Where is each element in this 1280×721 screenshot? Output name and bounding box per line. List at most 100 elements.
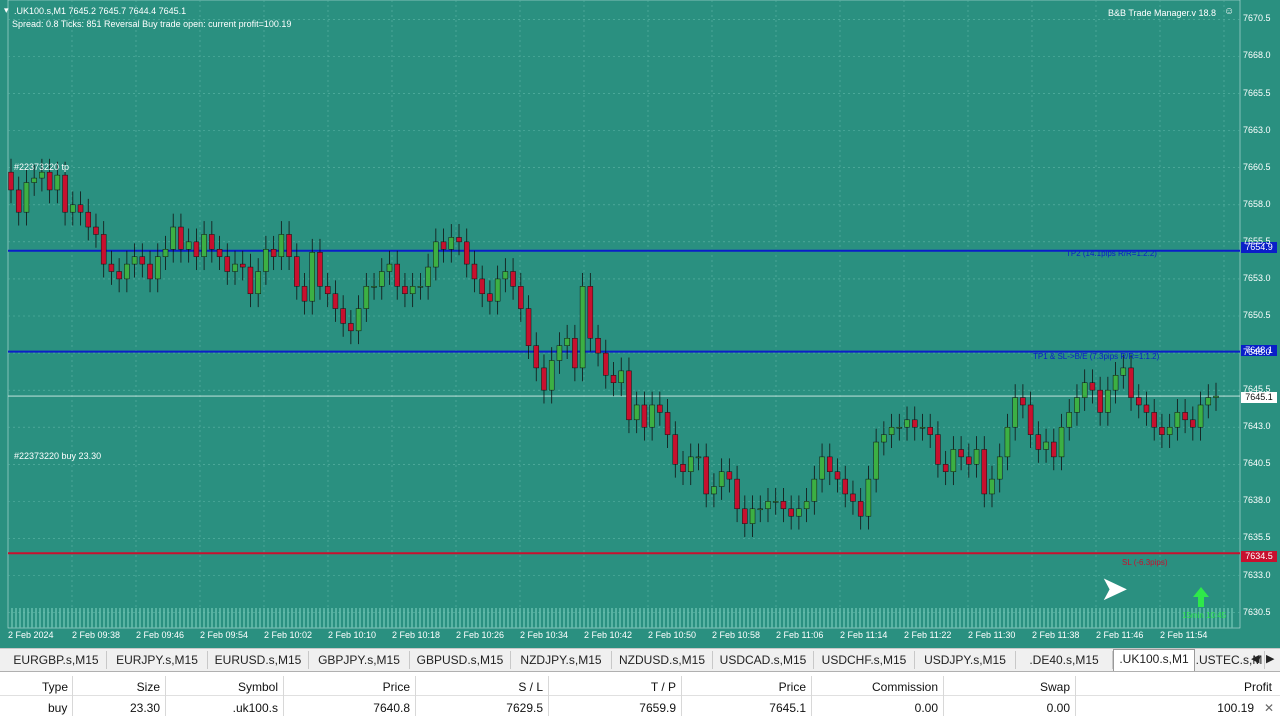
chart-menu-icon[interactable]: ▾ — [4, 5, 9, 16]
candle-body — [417, 286, 424, 288]
tab[interactable]: NZDUSD.s,M15 — [612, 651, 713, 669]
candle-body — [1027, 404, 1034, 435]
column-separator — [681, 676, 682, 716]
candle-body — [77, 204, 84, 213]
price-chart[interactable]: ▾ .UK100.s,M1 7645.2 7645.7 7644.4 7645.… — [0, 0, 1280, 648]
tab[interactable]: USDCHF.s,M15 — [814, 651, 915, 669]
tab[interactable]: USDJPY.s,M15 — [915, 651, 1016, 669]
candle-body — [155, 256, 161, 280]
candle-body — [294, 256, 300, 287]
tab[interactable]: EURJPY.s,M15 — [107, 651, 208, 669]
tab-active[interactable]: .UK100.s,M1 — [1113, 649, 1195, 671]
candle-body — [386, 263, 393, 272]
candle-body — [803, 501, 810, 510]
chart-canvas — [7, 0, 1241, 629]
column-header[interactable]: Commission — [872, 680, 938, 694]
column-header[interactable]: Price — [383, 680, 410, 694]
candle-body — [479, 278, 485, 295]
tab-scroll-left-icon[interactable]: ◀ — [1251, 652, 1259, 665]
column-separator — [811, 676, 812, 716]
column-header[interactable]: Price — [779, 680, 806, 694]
candle-body — [471, 263, 478, 280]
price-axis-label: 7668.0 — [1243, 50, 1271, 61]
time-axis-label: 2 Feb 2024 — [8, 630, 54, 640]
candle-body — [564, 337, 570, 346]
candle-body — [1205, 397, 1212, 406]
candle-body — [958, 449, 964, 458]
candle-body — [1182, 412, 1188, 421]
candle-body — [595, 337, 601, 354]
tab[interactable]: GBPJPY.s,M15 — [309, 651, 410, 669]
candle-body — [193, 241, 200, 257]
price-axis-label: 7630.5 — [1243, 606, 1271, 617]
tab[interactable]: NZDJPY.s,M15 — [511, 651, 612, 669]
candle-body — [518, 286, 524, 309]
candle-body — [1004, 426, 1011, 458]
price-axis-label: 7663.0 — [1243, 124, 1271, 135]
time-axis-label: 2 Feb 11:30 — [968, 630, 1016, 640]
candle-body — [448, 237, 455, 250]
candle-body — [1166, 426, 1173, 435]
candle-body — [950, 449, 957, 472]
candle-body — [1097, 389, 1103, 413]
time-axis-label: 2 Feb 11:38 — [1032, 630, 1080, 640]
candle-body — [224, 256, 231, 272]
candle-body — [1012, 397, 1018, 428]
candle-body — [711, 486, 717, 495]
order-cell: 23.30 — [129, 701, 160, 715]
candle-body — [757, 508, 764, 511]
candle-body — [85, 211, 91, 228]
column-header[interactable]: Swap — [1040, 680, 1070, 694]
column-header[interactable]: S / L — [518, 680, 543, 694]
price-axis-label: 7648.0 — [1243, 347, 1271, 358]
order-cell: 7640.8 — [373, 701, 410, 715]
tab[interactable]: GBPUSD.s,M15 — [410, 651, 511, 669]
candle-body — [726, 471, 733, 480]
time-axis-label: 2 Feb 11:14 — [840, 630, 888, 640]
candle-body — [996, 456, 1003, 480]
candle-body — [873, 441, 879, 480]
candle-body — [1151, 412, 1157, 428]
candle-body — [216, 249, 223, 257]
tp-order-label: #22373220 tp — [14, 162, 70, 172]
candle-body — [525, 308, 532, 346]
candle-body — [796, 508, 802, 517]
candle-body — [541, 367, 547, 391]
candle-body — [108, 263, 115, 272]
candle-body — [1190, 419, 1196, 428]
candle-body — [286, 234, 292, 257]
candle-body — [603, 352, 609, 376]
candle-body — [827, 456, 833, 472]
candle-body — [178, 226, 184, 250]
candle-body — [680, 464, 686, 472]
candle-body — [70, 204, 76, 213]
candle-body — [981, 449, 988, 495]
candle-body — [1081, 382, 1088, 398]
column-header[interactable]: Profit — [1244, 680, 1272, 694]
price-axis-label: 7660.5 — [1243, 161, 1271, 172]
close-order-icon[interactable]: ✕ — [1264, 701, 1274, 715]
column-header[interactable]: Type — [42, 680, 68, 694]
price-axis-label: 7640.5 — [1243, 458, 1271, 469]
candle-body — [633, 404, 640, 421]
time-axis-label: 2 Feb 09:38 — [72, 630, 121, 640]
symbol-ohlc-line: .UK100.s,M1 7645.2 7645.7 7644.4 7645.1 — [14, 6, 187, 16]
candle-body — [185, 241, 192, 250]
smiley-icon[interactable]: ☺ — [1224, 6, 1234, 17]
candle-body — [1058, 426, 1065, 458]
column-header[interactable]: Size — [137, 680, 160, 694]
candle-body — [409, 286, 416, 295]
candle-body — [649, 404, 655, 428]
tab[interactable]: EURUSD.s,M15 — [208, 651, 309, 669]
sl-price-tag[interactable]: 7634.5 — [1241, 551, 1277, 562]
candle-body — [46, 171, 53, 191]
price-axis-label: 7658.0 — [1243, 198, 1271, 209]
column-header[interactable]: T / P — [651, 680, 676, 694]
tab[interactable]: USDCAD.s,M15 — [713, 651, 814, 669]
tab[interactable]: .DE40.s,M15 — [1016, 651, 1113, 669]
candle-body — [672, 434, 679, 465]
column-separator — [283, 676, 284, 716]
tab-scroll-right-icon[interactable]: ▶ — [1266, 652, 1274, 665]
tab[interactable]: EURGBP.s,M15 — [6, 651, 107, 669]
column-header[interactable]: Symbol — [238, 680, 278, 694]
